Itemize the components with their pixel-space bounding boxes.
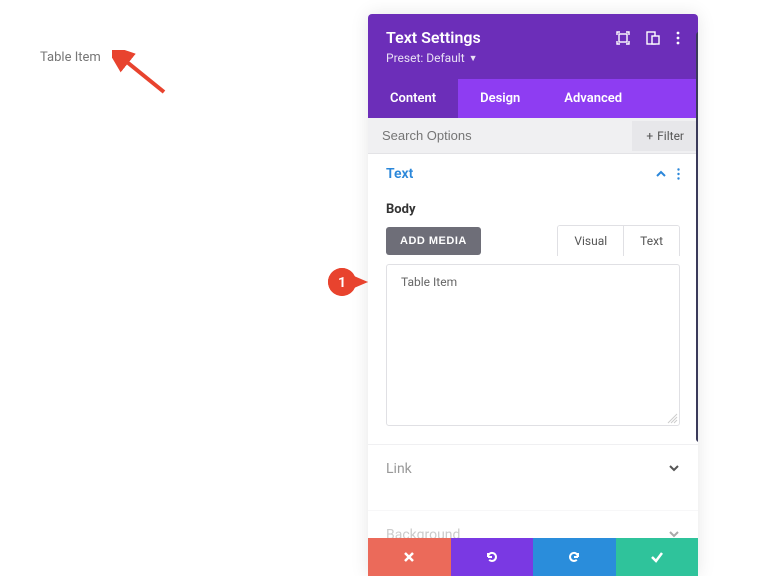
section-link[interactable]: Link [368, 444, 698, 492]
responsive-icon[interactable] [646, 31, 660, 45]
close-button[interactable] [368, 538, 451, 576]
section-title: Text [386, 166, 413, 182]
close-icon [402, 550, 416, 564]
svg-text:1: 1 [338, 275, 346, 291]
background-title: Background [386, 527, 460, 539]
annotation-callout-1: 1 [326, 266, 368, 298]
annotation-arrow-icon [112, 50, 172, 100]
add-media-button[interactable]: ADD MEDIA [386, 227, 481, 255]
tab-advanced[interactable]: Advanced [542, 79, 644, 118]
search-input[interactable] [368, 118, 632, 153]
editor-tab-visual[interactable]: Visual [558, 226, 623, 256]
body-field-label: Body [368, 190, 698, 225]
redo-icon [566, 549, 582, 565]
confirm-button[interactable] [616, 538, 699, 576]
section-more-icon[interactable] [677, 168, 680, 180]
editor-mode-tabs: Visual Text [557, 225, 680, 256]
section-background[interactable]: Background [368, 510, 698, 538]
chevron-down-icon [668, 459, 680, 478]
tab-design[interactable]: Design [458, 79, 542, 118]
body-textarea[interactable] [387, 265, 679, 425]
search-bar: + Filter [368, 118, 698, 154]
redo-button[interactable] [533, 538, 616, 576]
panel-footer [368, 538, 698, 576]
canvas-text-preview: Table Item [40, 50, 101, 65]
undo-button[interactable] [451, 538, 534, 576]
chevron-down-icon: ▼ [469, 53, 478, 64]
preset-dropdown[interactable]: Preset: Default ▼ [386, 51, 680, 65]
more-icon[interactable] [676, 31, 680, 45]
undo-icon [484, 549, 500, 565]
filter-label: Filter [657, 129, 684, 143]
body-editor [386, 264, 680, 426]
panel-title: Text Settings [386, 28, 481, 47]
link-title: Link [386, 461, 412, 477]
chevron-down-icon [668, 525, 680, 538]
editor-tab-text[interactable]: Text [623, 226, 679, 256]
filter-button[interactable]: + Filter [632, 121, 698, 151]
panel-body: Text Body ADD MEDIA Visual Text [368, 154, 698, 538]
panel-tabs: Content Design Advanced [368, 79, 698, 118]
expand-icon[interactable] [616, 31, 630, 45]
tab-content[interactable]: Content [368, 79, 458, 118]
check-icon [649, 549, 665, 565]
preset-label: Preset: Default [386, 51, 465, 65]
collapse-icon[interactable] [655, 168, 667, 180]
panel-header: Text Settings Preset: Default ▼ [368, 14, 698, 79]
section-text-header[interactable]: Text [368, 154, 698, 190]
panel-scrollbar[interactable] [696, 32, 698, 442]
text-settings-panel: Text Settings Preset: Default ▼ Content … [368, 14, 698, 576]
plus-icon: + [646, 129, 653, 143]
